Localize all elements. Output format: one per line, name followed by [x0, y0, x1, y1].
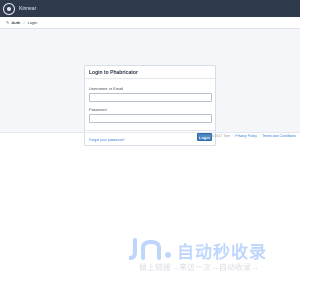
breadcrumb-item-auth[interactable]: Auth — [11, 20, 20, 25]
login-form: Login to Phabricator Username or Email P… — [84, 65, 216, 146]
divider — [85, 130, 215, 131]
breadcrumb-item-login: Login — [27, 20, 38, 25]
brand-name[interactable]: Kinnear — [19, 6, 36, 12]
phabricator-eye-icon[interactable] — [3, 2, 15, 15]
divider — [0, 132, 300, 133]
forgot-password-link[interactable]: Forgot your password? — [89, 138, 125, 142]
login-title: Login to Phabricator — [89, 70, 138, 76]
divider — [85, 78, 215, 79]
copyright-text: Copyright 2017 Tme — [198, 134, 231, 138]
footer-separator: · — [232, 134, 234, 138]
watermark: 自动秒收录 做上链接→来访一次→自动收录→ — [129, 238, 283, 274]
privacy-policy-link[interactable]: Privacy Policy — [235, 134, 257, 138]
page-canvas: Login to Phabricator Username or Email P… — [0, 29, 300, 146]
watermark-subtitle: 做上链接→来访一次→自动收录→ — [139, 263, 259, 272]
key-icon: ✎ — [6, 20, 10, 25]
breadcrumb-separator: / — [23, 20, 25, 25]
username-field[interactable] — [89, 93, 212, 102]
footer-separator: · — [259, 134, 261, 138]
watermark-logo-icon — [129, 238, 171, 260]
watermark-title: 自动秒收录 — [177, 243, 267, 262]
footer: Copyright 2017 Tme · Privacy Policy · Te… — [198, 134, 296, 138]
breadcrumb: ✎ Auth / Login — [0, 17, 300, 29]
username-label: Username or Email — [89, 86, 124, 91]
password-field[interactable] — [89, 114, 212, 123]
top-navigation-bar: Kinnear — [0, 0, 300, 17]
terms-link[interactable]: Terms and Conditions — [262, 134, 296, 138]
password-label: Password — [89, 107, 107, 112]
